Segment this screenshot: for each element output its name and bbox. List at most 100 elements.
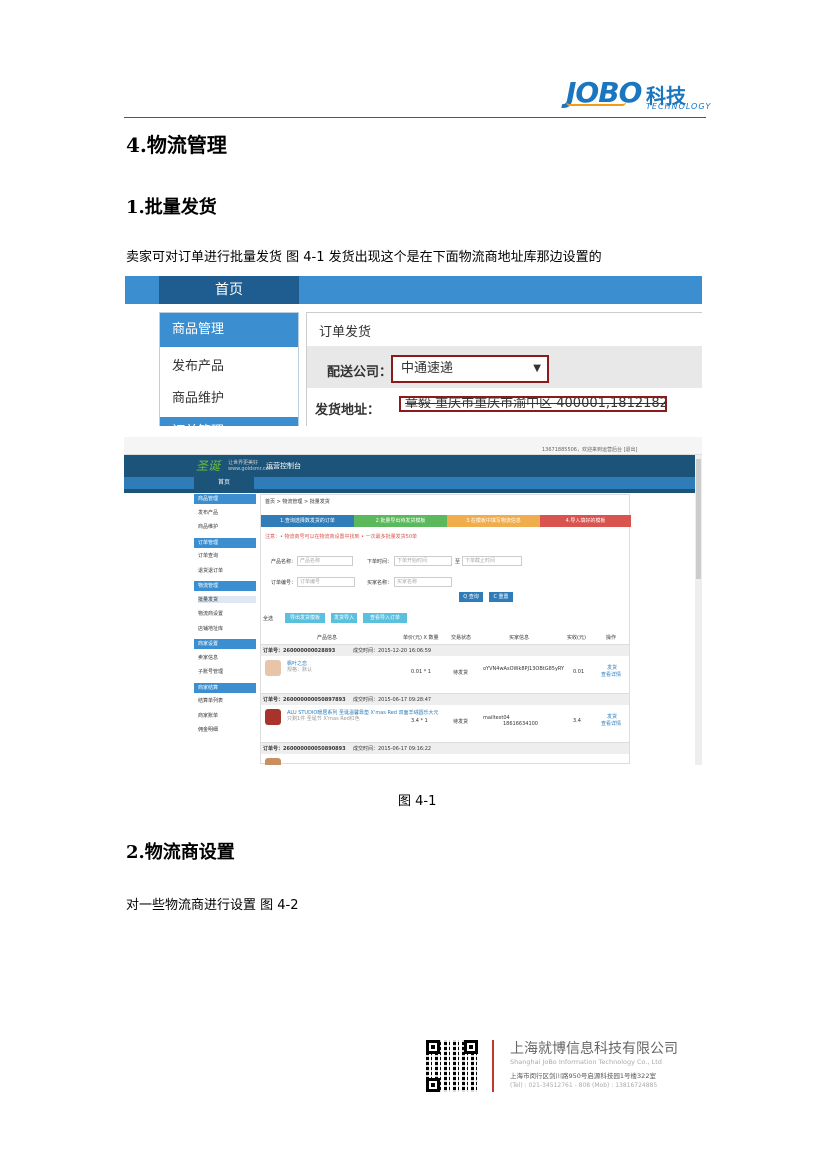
order-time: 成交时间：2015-12-20 16:06:59 [353, 648, 432, 654]
buyer-phone: 18616634100 [503, 721, 538, 727]
order-number[interactable]: 订单号：260000000028893 [263, 647, 335, 654]
step-3: 3.在模板中填写物流信息 [447, 515, 540, 527]
subsection-batch-ship: 1.批量发货 [126, 197, 217, 218]
product-thumbnail [265, 758, 281, 765]
product-thumbnail [265, 660, 281, 676]
detail-link[interactable]: 查看详情 [601, 720, 621, 727]
breadcrumb: 首页 > 物流管理 > 批量发货 [265, 499, 330, 505]
sidebar-item[interactable]: 店铺地址库 [198, 625, 223, 632]
col-action: 操作 [606, 635, 617, 641]
console-sidebar: 商品管理发布产品商品维护订单管理订单查询退货退订单物流管理批量发货物流商设置店铺… [194, 494, 256, 754]
label-order: 订单编号： [271, 580, 297, 586]
screenshot-ship-form: 首页 商品管理 发布产品 商品维护 订单管理 订单发货 配送公司： 中通速递 ▼… [125, 276, 702, 426]
sidebar-item[interactable]: 卖家信息 [198, 654, 218, 661]
step-2: 2.批量导出待发货模板 [354, 515, 447, 527]
sidebar-item[interactable]: 结算单列表 [198, 697, 223, 704]
nav-home[interactable]: 首页 [159, 276, 299, 304]
detail-link[interactable]: 查看详情 [601, 671, 621, 678]
sidebar-item[interactable]: 商家账单 [198, 712, 218, 719]
sidebar-head-order[interactable]: 订单管理 [160, 417, 298, 426]
sidebar-item-publish[interactable]: 发布产品 [172, 355, 224, 374]
subsection-carrier: 2.物流商设置 [126, 842, 235, 863]
qr-finder [426, 1040, 440, 1054]
welcome-text: 13671885506，欢迎来到运营后台 [退出] [542, 447, 638, 453]
product-input[interactable]: 产品名称 [297, 556, 353, 566]
label-to: 至 [455, 559, 461, 565]
paragraph-carrier: 对一些物流商进行设置 图 4-2 [126, 898, 299, 913]
scrollbar[interactable] [695, 455, 702, 765]
label-buyer: 买家名称： [367, 580, 393, 586]
qr-finder [464, 1040, 478, 1054]
sidebar-head-product[interactable]: 商品管理 [160, 313, 298, 347]
sidebar-group-head[interactable]: 商家结算 [194, 682, 256, 693]
ship-link[interactable]: 发货 [607, 664, 617, 671]
buyer-info: oYVN4wAsOWk8PJ13OBtG85yRY [483, 666, 565, 672]
figure-caption: 图 4-1 [398, 794, 437, 809]
sidebar-item[interactable]: 子账号管理 [198, 668, 223, 675]
search-button[interactable]: Q 查询 [459, 592, 483, 602]
view-import-button[interactable]: 查看导入订单 [363, 613, 407, 623]
console-title: 运营控制台 [266, 462, 301, 470]
col-product: 产品信息 [317, 635, 338, 641]
sidebar-item[interactable]: 订单查询 [198, 552, 218, 559]
ship-panel: 订单发货 配送公司： 中通速递 ▼ 发货地址： 章毅 重庆市重庆市渝中区 400… [306, 312, 702, 426]
sidebar-item[interactable]: 批量发货 [198, 595, 256, 603]
sidebar-item[interactable]: 退货退订单 [198, 567, 223, 574]
brand-sub1: 让世界更美好 [228, 460, 259, 466]
reset-button[interactable]: C 重置 [489, 592, 513, 602]
brand-logo: 圣诞 [196, 459, 221, 473]
address-value[interactable]: 章毅 重庆市重庆市渝中区 400001,18121822010 [399, 396, 667, 412]
order-price: 3.4 * 1 [411, 718, 428, 724]
console-main: 首页 > 物流管理 > 批量发货 1.查询选择数发货的订单 2.批量导出待发货模… [260, 494, 631, 765]
sidebar: 商品管理 发布产品 商品维护 订单管理 [159, 312, 299, 426]
company-en: Shanghai JoBo Information Technology Co.… [510, 1058, 662, 1066]
console-nav-home[interactable]: 首页 [194, 477, 254, 489]
order-number[interactable]: 订单号：260000000050897893 [263, 696, 346, 703]
scrollbar-thumb[interactable] [696, 459, 701, 579]
product-spec: 只剩1件 圣诞节 X'mas Red红色 [287, 716, 360, 722]
qr-code [426, 1040, 478, 1092]
carrier-select[interactable]: 中通速递 ▼ [391, 355, 549, 383]
col-status: 交易状态 [451, 635, 472, 641]
step-4: 4.导入填好的模板 [540, 515, 631, 527]
order-number[interactable]: 订单号：260000000050890893 [263, 745, 346, 752]
sidebar-group-head[interactable]: 商家设置 [194, 639, 256, 649]
order-status: 待发货 [453, 719, 469, 725]
order-price: 0.01 * 1 [411, 669, 431, 675]
sidebar-item[interactable]: 商品维护 [198, 523, 218, 530]
order-input[interactable]: 订单编号 [297, 577, 355, 587]
time-start-input[interactable]: 下单开始时间 [394, 556, 452, 566]
jobo-logo: JOBO 科技 TECHNOLOGY [566, 76, 710, 112]
section-heading: 4.物流管理 [126, 133, 227, 157]
company-cn: 上海就博信息科技有限公司 [510, 1041, 678, 1057]
order-status: 待发货 [453, 670, 469, 676]
sidebar-item[interactable]: 物流商设置 [198, 610, 223, 617]
sidebar-item-maintain[interactable]: 商品维护 [172, 387, 224, 406]
order-paid: 0.01 [573, 669, 585, 675]
screenshot-batch-ship: 13671885506，欢迎来到运营后台 [退出] 圣诞 让世界更美好 www.… [124, 437, 702, 765]
product-spec: 规格：默认 [287, 667, 313, 673]
company-address: 上海市闵行区剑川路950号启源科技园1号楼322室 [510, 1072, 656, 1080]
logo-en: TECHNOLOGY [646, 102, 712, 111]
buyer-input[interactable]: 买家名称 [394, 577, 452, 587]
header-rule [124, 117, 706, 118]
carrier-value: 中通速递 [401, 361, 454, 376]
select-all[interactable]: 全选 [263, 615, 273, 622]
notice: 注意：• 物流商号可以在物流商设置中找到 • 一次最多批量发货50单 [265, 534, 418, 540]
chevron-down-icon: ▼ [533, 363, 541, 374]
product-thumbnail [265, 709, 281, 725]
company-tel: (Tel) : 021-34512761 - 808 (Mob) : 13816… [510, 1082, 658, 1089]
panel-title: 订单发货 [319, 325, 372, 340]
label-time: 下单时间： [367, 559, 393, 565]
col-buyer: 买家信息 [509, 635, 530, 641]
sidebar-group-head[interactable]: 商品管理 [194, 494, 256, 504]
sidebar-item[interactable]: 发布产品 [198, 509, 218, 516]
export-template-button[interactable]: 导出发货模板 [285, 613, 325, 623]
sidebar-item[interactable]: 佣金明细 [198, 726, 218, 733]
time-end-input[interactable]: 下单截止时间 [462, 556, 522, 566]
label-product: 产品名称： [271, 559, 297, 565]
import-button[interactable]: 发货导入 [331, 613, 357, 623]
sidebar-group-head[interactable]: 物流管理 [194, 581, 256, 591]
sidebar-group-head[interactable]: 订单管理 [194, 537, 256, 548]
ship-link[interactable]: 发货 [607, 713, 617, 720]
